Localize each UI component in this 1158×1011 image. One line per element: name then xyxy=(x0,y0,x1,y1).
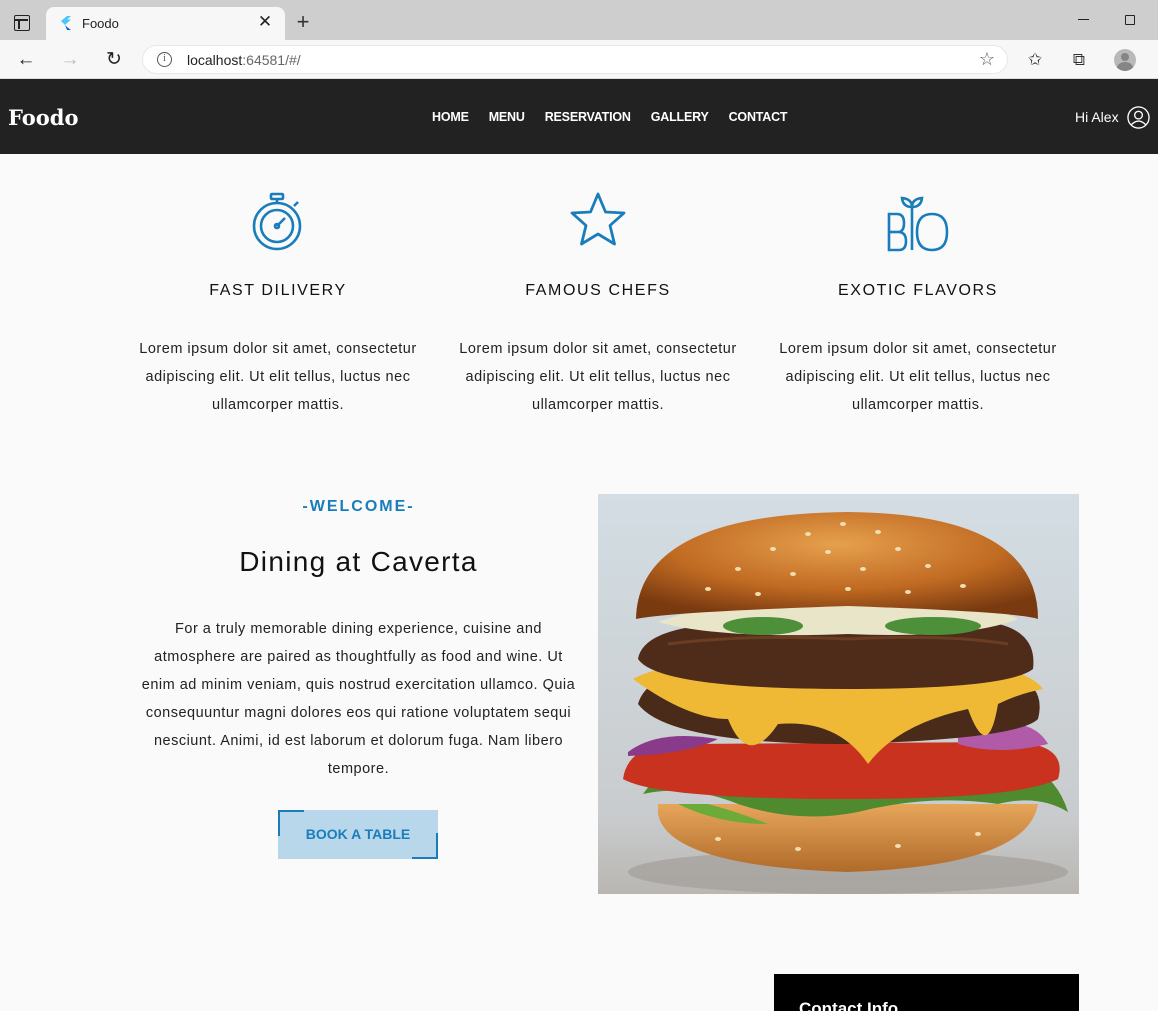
feature-text: Lorem ipsum dolor sit amet, consectetur … xyxy=(459,341,737,413)
back-icon[interactable]: ← xyxy=(14,48,38,72)
contact-info-title: Contact Info xyxy=(799,999,899,1011)
welcome-text: For a truly memorable dining experience,… xyxy=(141,621,576,777)
stopwatch-icon xyxy=(252,192,302,251)
site-logo[interactable]: Foodo xyxy=(8,105,78,130)
feature-title: EXOTIC FLAVORS xyxy=(838,282,998,299)
bio-icon xyxy=(887,196,949,252)
tab-actions-icon[interactable] xyxy=(14,15,30,31)
profile-avatar-icon[interactable] xyxy=(1114,49,1136,71)
star-icon xyxy=(570,192,626,246)
welcome-title: Dining at Caverta xyxy=(239,546,478,577)
nav-gallery[interactable]: GALLERY xyxy=(651,110,709,124)
browser-titlebar: Foodo ✕ + xyxy=(0,0,1158,40)
minimize-icon[interactable] xyxy=(1078,19,1089,20)
new-tab-icon[interactable]: + xyxy=(293,11,313,33)
flutter-icon xyxy=(61,16,71,30)
browser-tab[interactable]: Foodo ✕ xyxy=(46,7,285,40)
close-tab-icon[interactable]: ✕ xyxy=(255,12,275,32)
collections-icon[interactable]: ⧉ xyxy=(1068,49,1090,71)
url-text[interactable]: localhost:64581/#/ xyxy=(187,52,301,68)
nav-contact[interactable]: CONTACT xyxy=(729,110,788,124)
welcome-eyebrow: -WELCOME- xyxy=(302,498,415,515)
tab-title: Foodo xyxy=(82,16,119,31)
main-nav: HOME MENU RESERVATION GALLERY CONTACT xyxy=(432,110,788,124)
favorite-add-icon[interactable]: ☆ xyxy=(979,49,995,70)
forward-icon[interactable]: → xyxy=(58,48,82,72)
site-header: Foodo HOME MENU RESERVATION GALLERY CONT… xyxy=(0,79,1158,154)
feature-text: Lorem ipsum dolor sit amet, consectetur … xyxy=(779,341,1057,413)
reload-icon[interactable]: ↻ xyxy=(102,48,126,72)
feature-title: FAST DILIVERY xyxy=(209,282,347,299)
nav-reservation[interactable]: RESERVATION xyxy=(545,110,631,124)
contact-info-box: Contact Info xyxy=(774,974,1079,1011)
book-a-table-button[interactable]: BOOK A TABLE xyxy=(278,810,438,859)
user-account-icon[interactable] xyxy=(1127,106,1150,129)
burger-photo xyxy=(598,494,1079,894)
feature-title: FAMOUS CHEFS xyxy=(525,282,671,299)
user-greeting[interactable]: Hi Alex xyxy=(1075,109,1119,125)
browser-toolbar: ← → ↻ i localhost:64581/#/ ☆ ✩ ⧉ xyxy=(0,40,1158,79)
address-bar[interactable]: i localhost:64581/#/ ☆ xyxy=(142,45,1008,74)
site-info-icon[interactable]: i xyxy=(157,52,172,67)
feature-text: Lorem ipsum dolor sit amet, consectetur … xyxy=(139,341,417,413)
favorites-icon[interactable]: ✩ xyxy=(1024,49,1046,71)
maximize-icon[interactable] xyxy=(1125,15,1135,25)
nav-menu[interactable]: MENU xyxy=(489,110,525,124)
nav-home[interactable]: HOME xyxy=(432,110,469,124)
